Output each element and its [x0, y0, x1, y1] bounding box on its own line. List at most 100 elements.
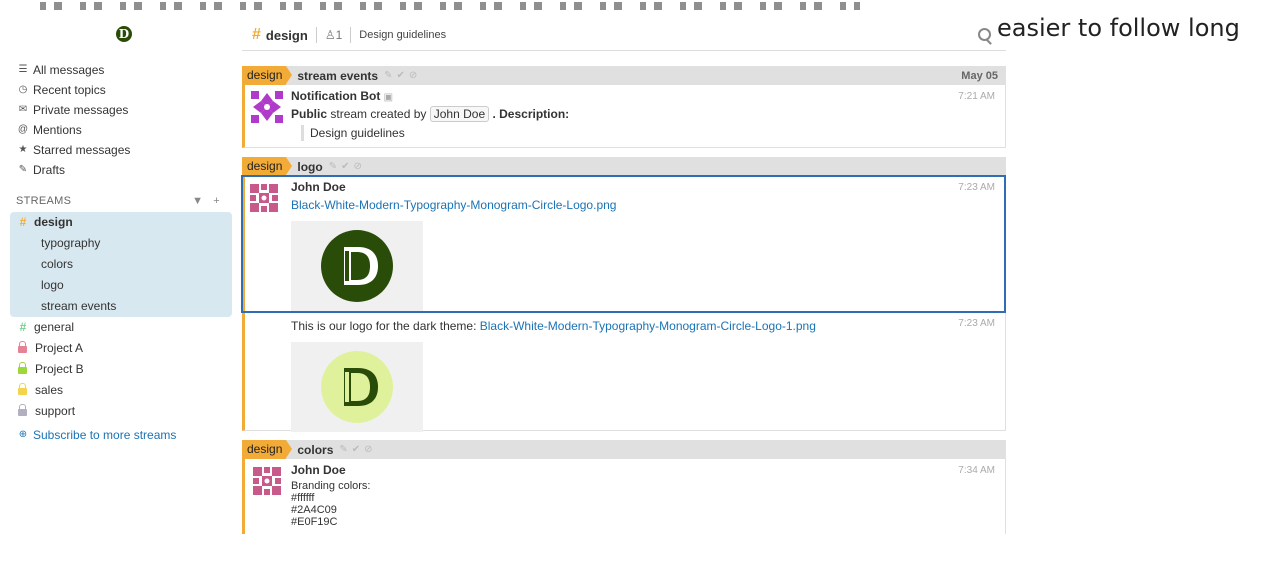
message-time[interactable]: 7:23 AM	[958, 182, 995, 193]
image-preview[interactable]	[291, 221, 423, 311]
bot-avatar[interactable]	[251, 91, 283, 123]
subscriber-count[interactable]: ♙1	[325, 28, 342, 42]
recipient-topic[interactable]: logo	[297, 160, 322, 174]
message-time[interactable]: 7:23 AM	[958, 318, 995, 329]
nav-drafts[interactable]: ✎ Drafts	[10, 160, 232, 180]
topic-item-colors[interactable]: colors	[10, 254, 232, 275]
sender-name[interactable]: John Doe	[291, 463, 995, 477]
user-icon: ♙	[324, 28, 336, 42]
stream-item-project-b[interactable]: Project B	[10, 359, 232, 380]
recipient-stream-label[interactable]: design	[242, 157, 293, 176]
message-line: #E0F19C	[291, 516, 338, 528]
add-stream-icon[interactable]: +	[213, 195, 220, 207]
recipient-stream-label[interactable]: design	[242, 440, 293, 459]
message[interactable]: 7:23 AM This is our logo for the dark th…	[245, 312, 1005, 432]
message-feed: design stream events ✎✔⊘ May 05 Notifica…	[241, 66, 1006, 534]
recipient-bar: design colors ✎✔⊘	[242, 440, 1006, 459]
nav-label: Mentions	[33, 123, 82, 137]
pencil-icon: ✎	[18, 164, 28, 175]
recipient-topic[interactable]: stream events	[297, 69, 378, 83]
message-line: #ffffff	[291, 492, 315, 504]
nav-label: Recent topics	[33, 83, 106, 97]
nav-label: Drafts	[33, 163, 66, 177]
light-logo-image	[321, 351, 393, 423]
message-line: Branding colors:	[291, 480, 371, 492]
left-sidebar: ☰ All messages ◷ Recent topics ✉ Private…	[10, 60, 232, 445]
recipient-topic[interactable]: colors	[297, 443, 333, 457]
stream-item-design[interactable]: # design	[10, 212, 232, 233]
nav-all-messages[interactable]: ☰ All messages	[10, 60, 232, 80]
overlay-caption: easier to follow long	[995, 14, 1240, 42]
recipient-bar: design stream events ✎✔⊘ May 05	[242, 66, 1006, 85]
stream-name: Project A	[35, 341, 84, 355]
subscriber-count-value: 1	[335, 28, 343, 42]
message-time[interactable]: 7:21 AM	[958, 91, 995, 102]
lock-icon	[18, 383, 27, 395]
hash-icon: #	[19, 320, 27, 334]
streams-header: STREAMS ▼ +	[10, 192, 232, 210]
nav-label: All messages	[33, 63, 105, 77]
recipient-stream-label[interactable]: design	[242, 66, 293, 85]
envelope-icon: ✉	[18, 104, 28, 115]
topic-actions-icons[interactable]: ✎✔⊘	[384, 70, 421, 81]
subscribe-label: Subscribe to more streams	[33, 428, 177, 442]
header-stream-name[interactable]: design	[266, 28, 308, 43]
hash-icon: #	[19, 215, 27, 229]
search-icon[interactable]	[978, 28, 991, 41]
divider	[350, 27, 352, 43]
stream-item-general[interactable]: # general	[10, 317, 232, 338]
attachment-link[interactable]: Black-White-Modern-Typography-Monogram-C…	[291, 198, 616, 212]
nav-recent-topics[interactable]: ◷ Recent topics	[10, 80, 232, 100]
nav-label: Private messages	[33, 103, 129, 117]
message-content: Branding colors: #ffffff #2A4C09 #E0F19C	[291, 480, 995, 528]
message-content: Public stream created by John Doe . Desc…	[291, 106, 995, 141]
stream-description: Design guidelines	[359, 29, 447, 41]
plus-circle-icon: ⊕	[18, 429, 28, 440]
topic-actions-icons[interactable]: ✎✔⊘	[339, 444, 376, 455]
message-time[interactable]: 7:34 AM	[958, 465, 995, 476]
sender-name[interactable]: John Doe	[291, 180, 995, 194]
nav-mentions[interactable]: @ Mentions	[10, 120, 232, 140]
lock-icon	[18, 404, 27, 416]
topic-item-logo[interactable]: logo	[10, 275, 232, 296]
stream-item-project-a[interactable]: Project A	[10, 338, 232, 359]
date-label: May 05	[961, 69, 998, 82]
message-selected[interactable]: John Doe 7:23 AM Black-White-Modern-Typo…	[241, 175, 1006, 313]
star-icon: ★	[18, 144, 28, 155]
stream-name: general	[34, 320, 75, 334]
streams-title[interactable]: STREAMS	[16, 195, 71, 207]
lock-icon	[18, 341, 27, 353]
subscribe-more-streams-link[interactable]: ⊕ Subscribe to more streams	[10, 425, 232, 445]
nav-label: Starred messages	[33, 143, 131, 157]
scrolled-text-fragment	[40, 2, 860, 10]
organization-logo[interactable]: D	[116, 26, 132, 42]
blockquote: Design guidelines	[301, 125, 995, 141]
filter-icon[interactable]: ▼	[192, 195, 203, 207]
user-mention[interactable]: John Doe	[429, 106, 490, 122]
topic-item-stream-events[interactable]: stream events	[10, 296, 232, 317]
user-avatar[interactable]	[251, 465, 283, 497]
stream-item-support[interactable]: support	[10, 401, 232, 422]
lock-icon	[18, 362, 27, 374]
message[interactable]: John Doe 7:34 AM Branding colors: #fffff…	[245, 459, 1005, 534]
stream-item-sales[interactable]: sales	[10, 380, 232, 401]
nav-starred-messages[interactable]: ★ Starred messages	[10, 140, 232, 160]
narrow-header: # design ♙1 Design guidelines	[242, 20, 1006, 51]
message-group: Notification Bot ▣ 7:21 AM Public stream…	[242, 85, 1006, 148]
message[interactable]: Notification Bot ▣ 7:21 AM Public stream…	[245, 85, 1005, 147]
stream-name: sales	[35, 383, 64, 397]
topic-item-typography[interactable]: typography	[10, 233, 232, 254]
message-content: This is our logo for the dark theme: Bla…	[291, 318, 995, 432]
user-avatar[interactable]	[248, 182, 280, 214]
at-icon: @	[17, 124, 29, 135]
active-stream-group: # design typography colors logo stream e…	[10, 212, 232, 317]
attachment-link[interactable]: Black-White-Modern-Typography-Monogram-C…	[480, 319, 816, 333]
hash-icon: #	[252, 26, 261, 43]
message-text: . Description:	[492, 107, 570, 121]
nav-private-messages[interactable]: ✉ Private messages	[10, 100, 232, 120]
image-preview[interactable]	[291, 342, 423, 432]
topic-actions-icons[interactable]: ✎✔⊘	[329, 161, 366, 172]
sender-name[interactable]: Notification Bot ▣	[291, 89, 995, 103]
message-content: Black-White-Modern-Typography-Monogram-C…	[291, 197, 995, 311]
list-icon: ☰	[18, 64, 28, 75]
